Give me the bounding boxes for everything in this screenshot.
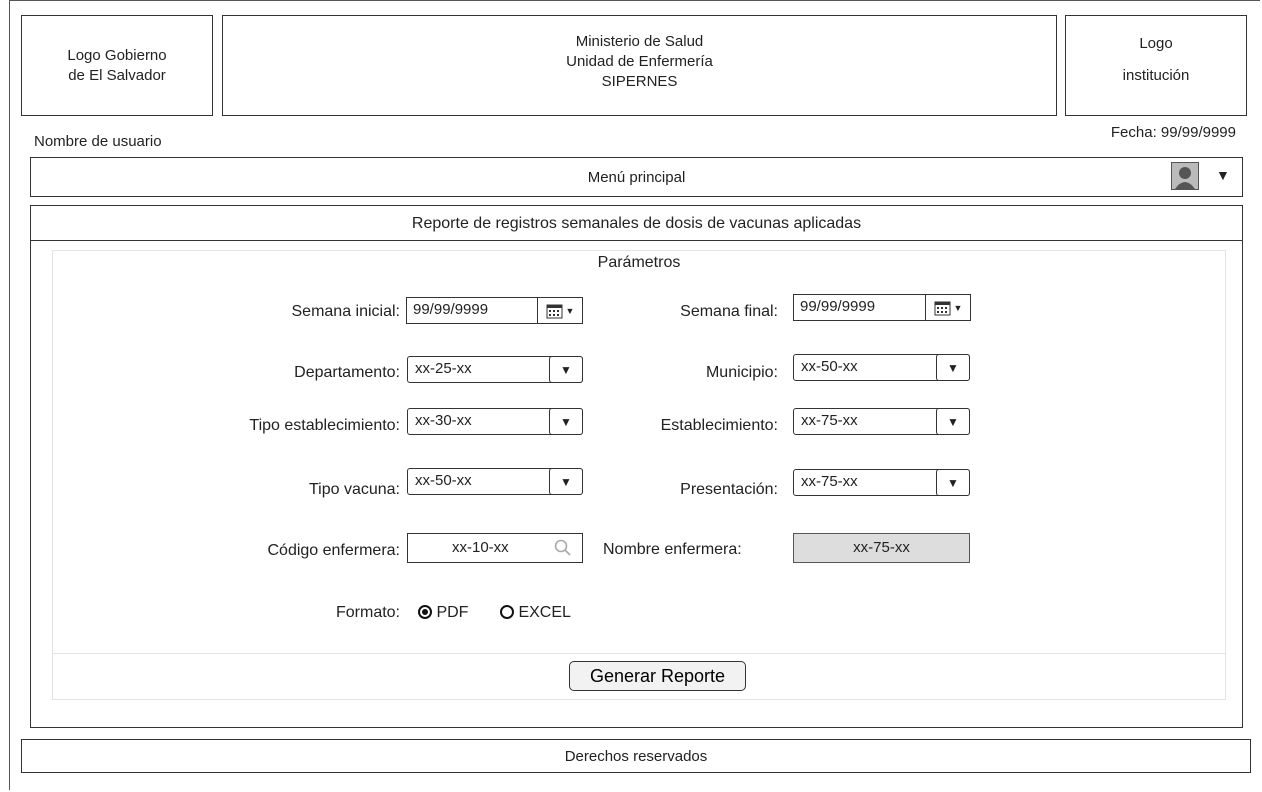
logo-left-line1: Logo Gobierno (67, 46, 167, 64)
nombre-enfermera-value: xx-75-xx (853, 539, 910, 556)
header-title: Ministerio de Salud Unidad de Enfermería… (222, 15, 1057, 116)
presentacion-value: xx-75-xx (801, 473, 858, 490)
departamento-label: Departamento: (294, 364, 400, 381)
tipo-vacuna-value: xx-50-xx (415, 472, 472, 489)
establecimiento-label: Establecimiento: (660, 417, 778, 434)
tipo-establecimiento-select[interactable]: xx-30-xx ▼ (407, 408, 583, 435)
radio-pdf[interactable]: PDF (418, 604, 468, 622)
menu-label: Menú principal (587, 169, 686, 186)
report-title: Reporte de registros semanales de dosis … (411, 215, 862, 232)
generate-report-button[interactable]: Generar Reporte (569, 661, 746, 691)
calendar-icon[interactable]: ▼ (925, 295, 970, 320)
chevron-down-icon[interactable]: ▼ (936, 354, 970, 381)
main-menu[interactable]: Menú principal ▼ (30, 157, 1243, 197)
municipio-select[interactable]: xx-50-xx ▼ (793, 354, 970, 381)
formato-label: Formato: (335, 604, 400, 621)
tipo-establecimiento-value: xx-30-xx (415, 412, 472, 429)
chevron-down-icon[interactable]: ▼ (936, 408, 970, 435)
municipio-value: xx-50-xx (801, 358, 858, 375)
semana-final-value: 99/99/9999 (800, 298, 876, 315)
radio-pdf-label: PDF (436, 604, 469, 621)
current-date: Fecha: 99/99/9999 (1110, 124, 1236, 141)
codigo-enfermera-label: Código enfermera: (267, 542, 400, 559)
semana-inicial-label: Semana inicial: (291, 303, 401, 320)
radio-excel[interactable]: EXCEL (500, 604, 571, 622)
params-title: Parámetros (597, 254, 681, 271)
establecimiento-value: xx-75-xx (801, 412, 858, 429)
semana-inicial-input[interactable]: 99/99/9999 ▼ (406, 297, 583, 324)
logo-right-line1: Logo (1139, 35, 1173, 52)
calendar-icon[interactable]: ▼ (537, 298, 582, 323)
search-icon[interactable] (554, 539, 572, 557)
tipo-vacuna-label: Tipo vacuna: (308, 481, 400, 498)
report-title-bar: Reporte de registros semanales de dosis … (30, 205, 1243, 241)
logo-left-line2: de El Salvador (68, 66, 166, 84)
footer-text: Derechos reservados (564, 748, 708, 765)
radio-unselected-icon[interactable] (500, 605, 514, 619)
presentacion-select[interactable]: xx-75-xx ▼ (793, 469, 970, 496)
logo-institucion: Logo institución (1065, 15, 1247, 116)
user-icon[interactable] (1171, 162, 1199, 190)
chevron-down-icon[interactable]: ▼ (549, 356, 583, 383)
presentacion-label: Presentación: (680, 481, 778, 498)
radio-excel-label: EXCEL (518, 604, 571, 621)
user-dropdown-icon[interactable]: ▼ (1216, 167, 1230, 183)
semana-final-label: Semana final: (680, 303, 778, 320)
ministry-name: Ministerio de Salud (575, 33, 704, 50)
logo-gobierno: Logo Gobierno de El Salvador (21, 15, 213, 116)
departamento-select[interactable]: xx-25-xx ▼ (407, 356, 583, 383)
nombre-enfermera-label: Nombre enfermera: (603, 541, 742, 558)
system-name: SIPERNES (601, 73, 678, 90)
unit-name: Unidad de Enfermería (566, 53, 713, 70)
codigo-enfermera-input[interactable]: xx-10-xx (407, 533, 583, 563)
logo-right-line2: institución (1122, 67, 1190, 84)
radio-selected-icon[interactable] (418, 605, 432, 619)
chevron-down-icon[interactable]: ▼ (936, 469, 970, 496)
departamento-value: xx-25-xx (415, 360, 472, 377)
establecimiento-select[interactable]: xx-75-xx ▼ (793, 408, 970, 435)
codigo-enfermera-value: xx-10-xx (452, 539, 509, 556)
semana-final-input[interactable]: 99/99/9999 ▼ (793, 294, 971, 321)
chevron-down-icon[interactable]: ▼ (549, 408, 583, 435)
chevron-down-icon[interactable]: ▼ (549, 468, 583, 495)
semana-inicial-value: 99/99/9999 (413, 301, 489, 318)
tipo-vacuna-select[interactable]: xx-50-xx ▼ (407, 468, 583, 495)
nombre-enfermera-field: xx-75-xx (793, 533, 970, 563)
footer: Derechos reservados (21, 739, 1251, 773)
user-name: Nombre de usuario (34, 133, 162, 150)
params-divider (52, 653, 1226, 654)
params-panel (52, 250, 1226, 700)
municipio-label: Municipio: (705, 364, 778, 381)
tipo-establecimiento-label: Tipo establecimiento: (249, 417, 400, 434)
